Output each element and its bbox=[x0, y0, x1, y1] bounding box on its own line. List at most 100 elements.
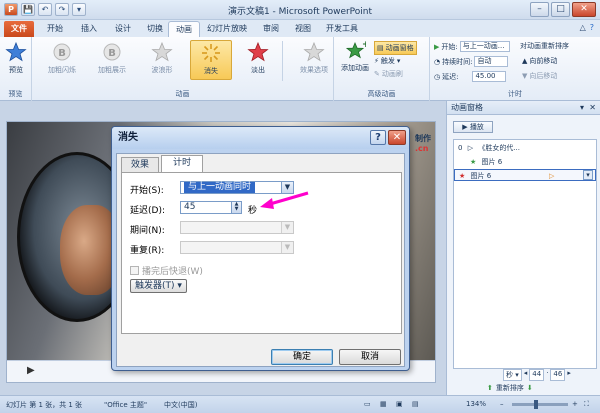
move-earlier-button[interactable]: ▲ 向前移动 bbox=[522, 56, 557, 66]
scroll-right-icon[interactable]: ▸ bbox=[567, 369, 571, 381]
effect-wave[interactable]: 波浪形 bbox=[140, 41, 184, 75]
minimize-ribbon-icon[interactable]: △ bbox=[580, 23, 586, 32]
slide-brand-text: 制作 .cn bbox=[415, 134, 431, 154]
delay-unit: 秒 bbox=[248, 206, 258, 216]
effect-fade-out[interactable]: 淡出 bbox=[238, 41, 278, 75]
duration-label: 持续时间: bbox=[442, 57, 473, 66]
zoom-level[interactable]: 134% bbox=[466, 400, 486, 408]
animation-pane-title: 动画窗格 bbox=[451, 103, 483, 112]
disappear-icon bbox=[202, 44, 220, 62]
play-icon[interactable]: ▶ bbox=[27, 365, 35, 376]
reorder-up-icon[interactable]: ⬆ bbox=[487, 384, 493, 392]
delay-field[interactable]: 45.00 bbox=[472, 71, 507, 82]
move-later-button[interactable]: ▼ 向后移动 bbox=[522, 71, 557, 81]
effect-bold-reveal[interactable]: B 加粗展示 bbox=[90, 41, 134, 75]
seconds-dropdown[interactable]: 秒 ▾ bbox=[503, 369, 522, 381]
maximize-button[interactable]: □ bbox=[551, 2, 570, 17]
close-button[interactable]: ✕ bbox=[572, 2, 596, 17]
tab-transitions[interactable]: 切换 bbox=[140, 21, 170, 37]
effect-options-label: 效果选项 bbox=[300, 66, 328, 74]
ribbon: 预览 预览 B 加粗闪烁 B 加粗展示 波浪形 消失 淡出 效果选项 动画 + … bbox=[0, 37, 600, 101]
zoom-slider[interactable] bbox=[512, 403, 568, 406]
scroll-left-icon[interactable]: ◂ bbox=[524, 369, 528, 381]
gallery-scroll[interactable] bbox=[282, 41, 292, 81]
theme-name[interactable]: "Office 主题" bbox=[104, 400, 147, 410]
tab-insert[interactable]: 插入 bbox=[74, 21, 104, 37]
help-icon[interactable]: ? bbox=[590, 23, 594, 32]
effect-disappear[interactable]: 消失 bbox=[190, 40, 232, 80]
brand-line-2: .cn bbox=[415, 144, 429, 153]
tab-developer[interactable]: 开发工具 bbox=[320, 21, 364, 37]
fade-out-star-icon bbox=[247, 41, 269, 62]
duration-field[interactable]: 自动 bbox=[474, 56, 509, 67]
reorder-label: 重新排序 bbox=[495, 384, 524, 392]
tab-home[interactable]: 开始 bbox=[40, 21, 70, 37]
effect-bold-flash[interactable]: B 加粗闪烁 bbox=[40, 41, 84, 75]
tab-animations[interactable]: 动画 bbox=[168, 21, 200, 37]
group-animation-label: 动画 bbox=[175, 90, 190, 98]
exit-star-icon: ★ bbox=[459, 172, 466, 180]
tab-timing[interactable]: 计时 bbox=[161, 155, 203, 172]
reading-view-icon[interactable]: ▣ bbox=[396, 400, 403, 408]
list-item[interactable]: 0 ▷ 《胜女的代... bbox=[454, 142, 596, 154]
tab-file[interactable]: 文件 bbox=[4, 21, 34, 37]
list-item-selected[interactable]: ★ 图片 6 ▷ ▾ bbox=[454, 169, 596, 181]
add-animation-button[interactable]: + 添加动画 bbox=[338, 39, 372, 73]
tab-effect[interactable]: 效果 bbox=[121, 157, 159, 172]
normal-view-icon[interactable]: ▭ bbox=[364, 400, 371, 408]
tab-view[interactable]: 视图 bbox=[288, 21, 318, 37]
play-icon: ▶ bbox=[462, 123, 468, 131]
list-item[interactable]: ★ 图片 6 bbox=[454, 156, 596, 168]
duration-row: ◔ 持续时间: 自动 bbox=[434, 56, 509, 67]
painter-icon: ✎ bbox=[374, 70, 380, 78]
delay-spinner[interactable]: ▲ ▼ bbox=[231, 202, 241, 213]
rewind-checkbox[interactable]: 播完后快退(W) bbox=[130, 264, 203, 277]
animation-painter-button[interactable]: ✎ 动画刷 bbox=[374, 69, 403, 79]
chevron-down-icon[interactable]: ▾ bbox=[583, 170, 593, 180]
triggers-button[interactable]: 触发器(T) ▾ bbox=[130, 279, 187, 293]
group-preview: 预览 预览 bbox=[0, 37, 32, 101]
slideshow-icon[interactable]: ▤ bbox=[412, 400, 419, 408]
ribbon-tab-icons: △ ? bbox=[580, 23, 594, 32]
pane-menu-icon[interactable]: ▾ bbox=[580, 101, 584, 114]
trigger-button[interactable]: ⚡ 触发 ▾ bbox=[374, 56, 400, 66]
pane-close-icon[interactable]: ✕ bbox=[589, 101, 596, 114]
add-animation-label: 添加动画 bbox=[341, 64, 369, 72]
zoom-out-icon[interactable]: – bbox=[500, 400, 504, 408]
repeat-select[interactable]: ▼ bbox=[180, 241, 294, 254]
ok-button[interactable]: 确定 bbox=[271, 349, 333, 365]
preview-button[interactable]: 预览 bbox=[2, 41, 30, 75]
language[interactable]: 中文(中国) bbox=[164, 400, 197, 410]
dialog-help-button[interactable]: ? bbox=[370, 130, 386, 145]
tab-slideshow[interactable]: 幻灯片放映 bbox=[202, 21, 252, 37]
minimize-button[interactable]: – bbox=[530, 2, 549, 17]
start-row: ▶ 开始: 与上一动画... bbox=[434, 41, 510, 52]
brand-line-1: 制作 bbox=[415, 134, 431, 143]
slide-sorter-icon[interactable]: ▦ bbox=[380, 400, 387, 408]
animation-pane: 动画窗格 ▾ ✕ ▶ 播放 0 ▷ 《胜女的代... ★ 图片 6 ★ 图片 6… bbox=[446, 101, 600, 395]
tab-design[interactable]: 设计 bbox=[108, 21, 138, 37]
pane-play-label: 播放 bbox=[469, 123, 484, 131]
dialog-body: 效果 计时 开始(S): 与上一动画同时 ▼ 延迟(D): 45 ▲ ▼ 秒 期间… bbox=[116, 153, 405, 367]
zoom-slider-handle[interactable] bbox=[534, 400, 538, 409]
pane-play-button[interactable]: ▶ 播放 bbox=[453, 121, 493, 133]
dialog-close-button[interactable]: ✕ bbox=[388, 130, 406, 145]
svg-text:B: B bbox=[108, 48, 116, 59]
animation-pane-button[interactable]: ▤ 动画窗格 bbox=[374, 41, 417, 55]
svg-text:+: + bbox=[362, 40, 366, 50]
delay-input[interactable]: 45 ▲ ▼ bbox=[180, 201, 242, 214]
timeline-end: 46 bbox=[550, 369, 566, 381]
animation-pane-label: 动画窗格 bbox=[385, 44, 414, 52]
start-combo[interactable]: 与上一动画... bbox=[459, 41, 510, 52]
zoom-in-icon[interactable]: + bbox=[572, 400, 578, 408]
delay-icon: ◷ bbox=[434, 72, 441, 81]
timeline-marker-icon: ▷ bbox=[549, 172, 555, 180]
fit-window-icon[interactable]: ⛶ bbox=[584, 400, 589, 409]
period-select[interactable]: ▼ bbox=[180, 221, 294, 234]
cancel-button[interactable]: 取消 bbox=[339, 349, 401, 365]
tab-review[interactable]: 审阅 bbox=[256, 21, 286, 37]
effect-options-button[interactable]: 效果选项 bbox=[296, 41, 332, 75]
timeline-start: 44 bbox=[529, 369, 545, 381]
effect-label: 淡出 bbox=[251, 66, 265, 74]
reorder-down-icon[interactable]: ⬇ bbox=[527, 384, 533, 392]
